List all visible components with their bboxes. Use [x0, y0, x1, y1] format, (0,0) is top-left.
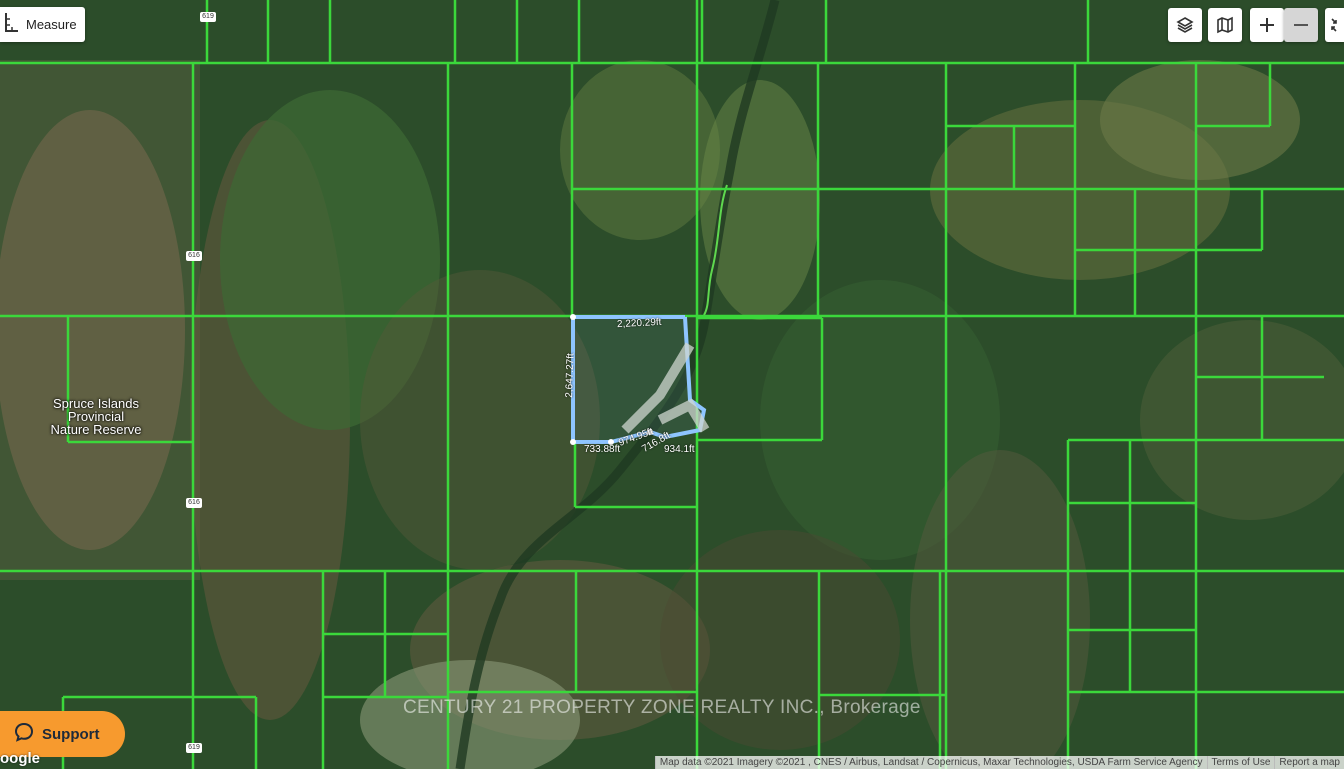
terms-of-use-link[interactable]: Terms of Use	[1206, 756, 1275, 769]
measure-polygon[interactable]	[570, 314, 710, 445]
road-shield: 619	[200, 12, 216, 22]
place-label-nature-reserve: Spruce Islands Provincial Nature Reserve	[42, 397, 150, 436]
road-shield: 616	[186, 498, 202, 508]
map-icon	[1216, 16, 1234, 34]
measure-label-top: 2,220.29ft	[616, 316, 662, 331]
satellite-map[interactable]	[0, 0, 1344, 769]
ruler-icon	[4, 11, 20, 38]
road-shield: 619	[186, 743, 202, 753]
place-label-line-3: Nature Reserve	[50, 422, 142, 437]
measure-label-bottom: 733.88ft	[584, 444, 621, 455]
report-map-link[interactable]: Report a map	[1274, 756, 1344, 769]
fullscreen-icon	[1328, 17, 1342, 33]
minus-icon	[1293, 17, 1309, 33]
road-shield: 616	[186, 251, 202, 261]
google-logo: oogle	[0, 750, 40, 767]
fullscreen-button[interactable]	[1325, 8, 1344, 42]
measure-label: Measure	[26, 17, 77, 32]
zoom-in-button[interactable]	[1250, 8, 1284, 42]
measure-label-left: 2,647.27ft	[563, 353, 577, 398]
layers-icon	[1176, 16, 1194, 34]
map-data-attribution: Map data ©2021 Imagery ©2021 , CNES / Ai…	[654, 756, 1207, 769]
zoom-out-button[interactable]	[1284, 8, 1318, 42]
chat-bubble-icon	[14, 722, 34, 747]
map-attribution: Map data ©2021 Imagery ©2021 , CNES / Ai…	[654, 756, 1344, 769]
layers-button[interactable]	[1168, 8, 1202, 42]
measure-label-diag3: 934.1ft	[664, 444, 695, 455]
watermark: CENTURY 21 PROPERTY ZONE REALTY INC., Br…	[403, 697, 921, 718]
support-label: Support	[42, 725, 100, 743]
plus-icon	[1259, 17, 1275, 33]
map-type-button[interactable]	[1208, 8, 1242, 42]
measure-button[interactable]: Measure	[0, 7, 85, 42]
